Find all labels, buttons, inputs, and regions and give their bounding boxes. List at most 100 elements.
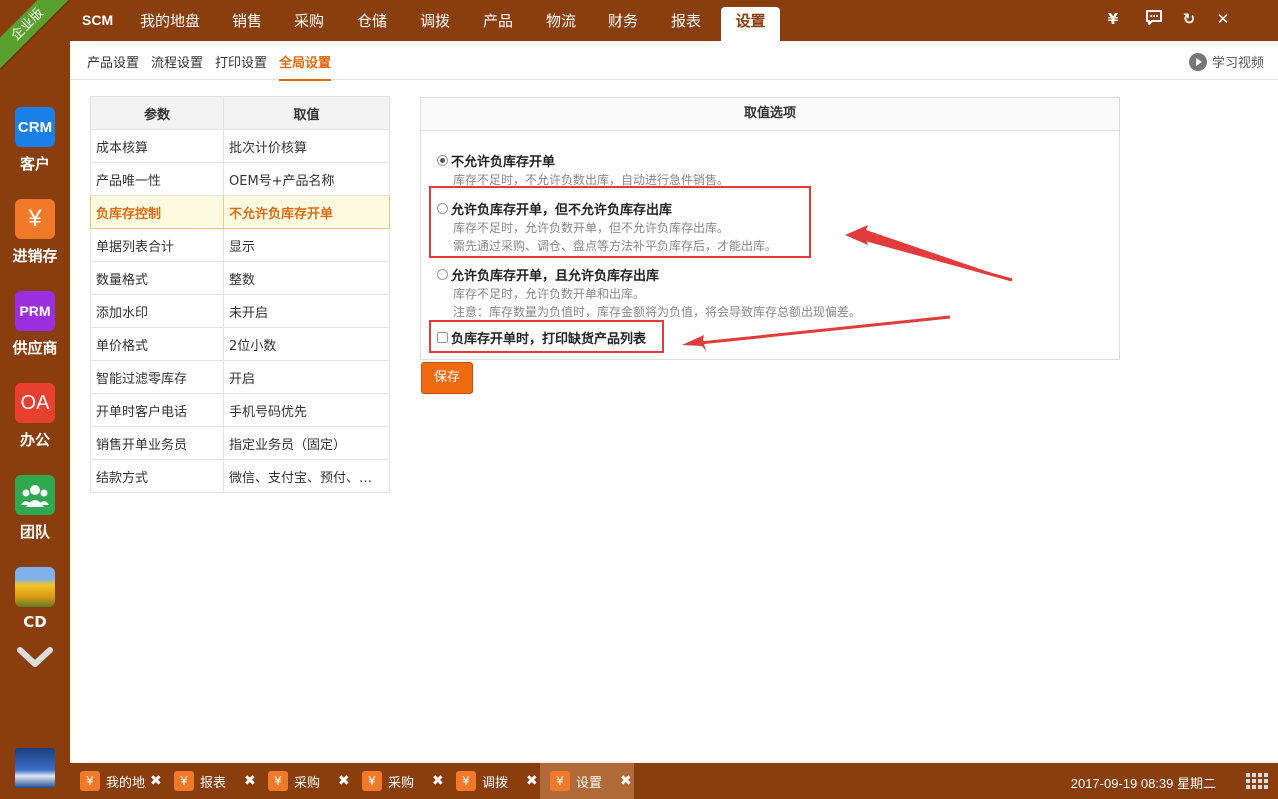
close-icon[interactable]: ✖ [338, 773, 350, 789]
edition-badge: 企业版 [0, 0, 72, 69]
apps-grid-icon[interactable] [1246, 773, 1268, 789]
param-name: 结款方式 [90, 459, 224, 493]
task-tab[interactable]: ¥ 采购 ✖ [352, 763, 446, 799]
play-icon [1188, 52, 1207, 71]
crm-icon: CRM [15, 107, 55, 147]
sidebar-app-label: CD [23, 613, 47, 631]
task-tab[interactable]: ¥ 报表 ✖ [164, 763, 258, 799]
table-row[interactable]: 成本核算 批次计价核算 [90, 129, 390, 163]
sidebar-app-oa[interactable]: OA 办公 [0, 383, 70, 450]
app-sidebar: 企业版 CRM 客户 ¥ 进销存 PRM 供应商 OA 办公 团队 CD [0, 0, 72, 799]
task-label: 调拨 [482, 775, 509, 791]
task-label: 设置 [576, 775, 603, 791]
radio-button[interactable] [437, 269, 448, 280]
param-value: OEM号+产品名称 [223, 162, 390, 196]
tab-finance[interactable]: 财务 [598, 7, 648, 41]
refresh-icon[interactable]: ↻ [1179, 10, 1199, 28]
sidebar-app-inventory[interactable]: ¥ 进销存 [0, 199, 70, 266]
option-title: 不允许负库存开单 [451, 155, 556, 170]
close-icon[interactable]: ✖ [150, 773, 162, 789]
currency-icon[interactable]: ¥ [1103, 10, 1123, 28]
param-value: 微信、支付宝、预付、挂账 [223, 459, 390, 493]
close-icon[interactable]: ✖ [620, 773, 632, 789]
yen-icon: ¥ [362, 771, 382, 791]
sidebar-app-label: 进销存 [12, 247, 58, 265]
top-nav-bar: SCM 我的地盘 销售 采购 仓储 调拨 产品 物流 财务 报表 设置 ¥ ↻ … [70, 0, 1278, 41]
param-name: 单价格式 [90, 327, 224, 361]
table-row[interactable]: 开单时客户电话 手机号码优先 [90, 393, 390, 427]
task-tab[interactable]: ¥ 调拨 ✖ [446, 763, 540, 799]
tab-transfer[interactable]: 调拨 [410, 7, 460, 41]
param-name: 数量格式 [90, 261, 224, 295]
option-disallow-negative[interactable]: 不允许负库存开单 库存不足时，不允许负数出库，自动进行急件销售。 [437, 151, 729, 188]
tab-settings[interactable]: 设置 [721, 7, 780, 41]
chat-icon[interactable] [1144, 10, 1164, 29]
sidebar-app-crm[interactable]: CRM 客户 [0, 107, 70, 174]
yen-icon: ¥ [550, 771, 570, 791]
save-button[interactable]: 保存 [421, 362, 473, 394]
table-row[interactable]: 结款方式 微信、支付宝、预付、挂账 [90, 459, 390, 493]
sidebar-app-label: 供应商 [12, 339, 58, 357]
sidebar-app-cd[interactable]: CD [0, 567, 70, 631]
tab-my-space[interactable]: 我的地盘 [130, 7, 210, 41]
param-value: 手机号码优先 [223, 393, 390, 427]
table-row[interactable]: 销售开单业务员 指定业务员（固定） [90, 426, 390, 460]
subtab-product-settings[interactable]: 产品设置 [87, 52, 139, 71]
sidebar-app-team[interactable]: 团队 [0, 475, 70, 542]
clock: 2017-09-19 08:39 星期二 [1070, 776, 1216, 791]
sidebar-app-label: 办公 [19, 431, 50, 449]
close-icon[interactable]: ✖ [244, 773, 256, 789]
tab-warehouse[interactable]: 仓储 [347, 7, 397, 41]
annotation-highlight-box [429, 186, 811, 258]
table-row[interactable]: 单价格式 2位小数 [90, 327, 390, 361]
wallpaper-thumbnail[interactable] [15, 748, 55, 788]
task-tab[interactable]: ¥ 我的地盘 ✖ [70, 763, 164, 799]
chevron-down-icon[interactable] [17, 644, 53, 672]
param-value: 2位小数 [223, 327, 390, 361]
option-desc: 库存不足时，允许负数开单和出库。 [453, 287, 646, 301]
param-value: 开启 [223, 360, 390, 394]
close-icon[interactable]: ✕ [1213, 10, 1233, 28]
task-label: 采购 [388, 775, 415, 791]
subtab-print-settings[interactable]: 打印设置 [215, 52, 267, 71]
radio-button-checked[interactable] [437, 155, 448, 166]
column-header-param: 参数 [90, 96, 224, 130]
task-tab-active[interactable]: ¥ 设置 ✖ [540, 763, 634, 799]
param-value: 指定业务员（固定） [223, 426, 390, 460]
param-name: 成本核算 [90, 129, 224, 163]
table-row[interactable]: 单据列表合计 显示 [90, 228, 390, 262]
annotation-highlight-box [429, 320, 664, 353]
close-icon[interactable]: ✖ [526, 773, 538, 789]
param-value: 显示 [223, 228, 390, 262]
team-icon [15, 475, 55, 515]
table-row-selected[interactable]: 负库存控制 不允许负库存开单 [90, 195, 390, 229]
subtab-global-settings[interactable]: 全局设置 [279, 52, 332, 81]
help-video-link[interactable]: 学习视频 [1188, 52, 1264, 71]
sidebar-app-label: 客户 [19, 155, 50, 173]
tab-reports[interactable]: 报表 [661, 7, 711, 41]
tab-product[interactable]: 产品 [473, 7, 523, 41]
sidebar-app-label: 团队 [19, 523, 50, 541]
param-name: 开单时客户电话 [90, 393, 224, 427]
tab-purchase[interactable]: 采购 [284, 7, 334, 41]
task-label: 采购 [294, 775, 321, 791]
option-allow-order-and-outbound[interactable]: 允许负库存开单，且允许负库存出库 库存不足时，允许负数开单和出库。 注意：库存数… [437, 265, 861, 320]
subtab-process-settings[interactable]: 流程设置 [151, 52, 203, 71]
option-title: 允许负库存开单，且允许负库存出库 [451, 269, 660, 284]
param-name: 单据列表合计 [90, 228, 224, 262]
task-tab[interactable]: ¥ 采购 ✖ [258, 763, 352, 799]
param-name: 智能过滤零库存 [90, 360, 224, 394]
prm-icon: PRM [15, 291, 55, 331]
options-panel-header: 取值选项 [421, 98, 1119, 131]
tab-logistics[interactable]: 物流 [536, 7, 586, 41]
brand-logo: SCM [82, 12, 114, 28]
table-row[interactable]: 添加水印 未开启 [90, 294, 390, 328]
settings-sub-nav: 产品设置 流程设置 打印设置 全局设置 学习视频 [70, 41, 1278, 81]
table-row[interactable]: 智能过滤零库存 开启 [90, 360, 390, 394]
close-icon[interactable]: ✖ [432, 773, 444, 789]
sidebar-app-prm[interactable]: PRM 供应商 [0, 291, 70, 358]
yen-icon: ¥ [268, 771, 288, 791]
tab-sales[interactable]: 销售 [222, 7, 272, 41]
table-row[interactable]: 产品唯一性 OEM号+产品名称 [90, 162, 390, 196]
table-row[interactable]: 数量格式 整数 [90, 261, 390, 295]
